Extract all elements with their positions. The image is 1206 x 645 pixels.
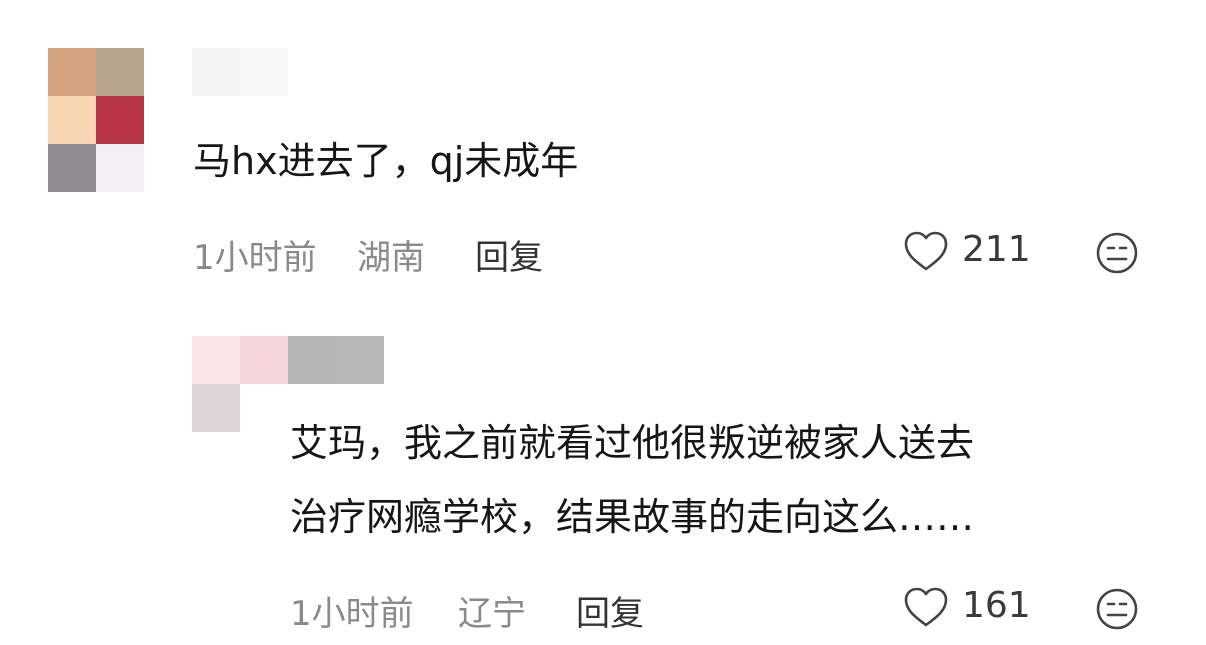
comment-time: 1小时前 [193, 238, 317, 278]
heart-outline-icon[interactable] [903, 230, 949, 272]
reply-button[interactable]: 回复 [576, 586, 644, 635]
neutral-face-icon[interactable] [1094, 230, 1140, 276]
comment-location: 湖南 [357, 238, 425, 278]
comment-location: 辽宁 [458, 594, 526, 634]
comment-time: 1小时前 [290, 594, 414, 634]
avatar[interactable] [192, 336, 288, 432]
like-count: 211 [962, 229, 1031, 270]
heart-outline-icon[interactable] [903, 586, 949, 628]
neutral-face-icon[interactable] [1094, 586, 1140, 632]
reply-button[interactable]: 回复 [475, 230, 543, 279]
comment-text-line-2: 治疗网瘾学校，结果故事的走向这么…… [290, 495, 975, 539]
username-mosaic[interactable] [288, 336, 384, 384]
avatar[interactable] [48, 48, 144, 192]
comment-text-line-1: 艾玛，我之前就看过他很叛逆被家人送去 [290, 421, 975, 465]
like-count: 161 [962, 585, 1031, 626]
username-mosaic[interactable] [192, 48, 288, 96]
comment-text: 马hx进去了，qj未成年 [193, 139, 579, 183]
